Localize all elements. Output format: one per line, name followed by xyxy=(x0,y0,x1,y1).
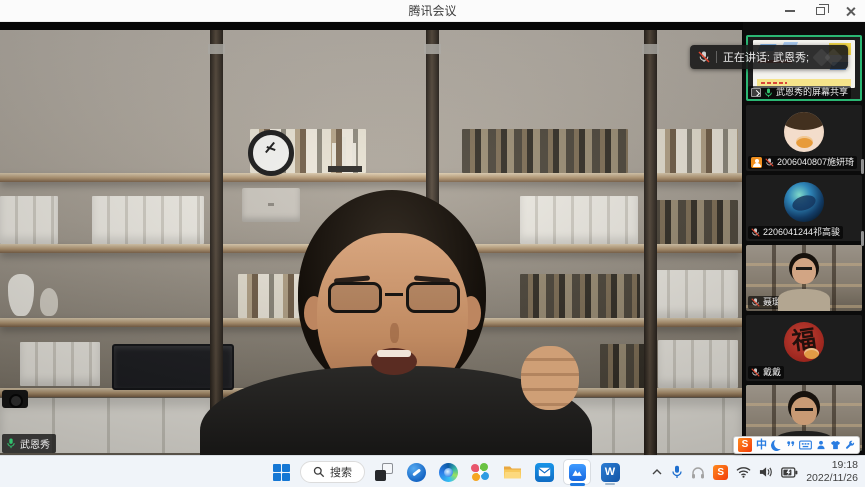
tencent-meeting-window: 腾讯会议 xyxy=(0,0,865,487)
watermark-diamond xyxy=(824,48,842,66)
close-button[interactable] xyxy=(835,0,865,22)
mic-muted-icon xyxy=(751,368,760,377)
participants-sidebar: 武恩秀的屏幕共享 2006040807施妍琦 2206041244祁高骏 xyxy=(743,22,865,455)
search-label: 搜索 xyxy=(330,464,352,480)
tile-label: 武恩秀的屏幕共享 xyxy=(748,86,851,99)
avatar: 福 xyxy=(784,322,824,362)
person-glasses xyxy=(406,282,460,313)
mic-muted-icon xyxy=(751,228,760,237)
tencent-meeting-icon xyxy=(569,464,586,481)
speaking-banner: 正在讲话: 武恩秀; xyxy=(690,45,848,69)
mail-icon xyxy=(535,463,554,482)
tile-participant[interactable]: 2206041244祁高骏 xyxy=(746,175,862,241)
taskbar-center: 搜索 xyxy=(268,456,623,487)
avatar xyxy=(784,112,824,152)
participant-name: 戴戴 xyxy=(763,367,781,378)
edge-browser-button[interactable] xyxy=(435,459,461,485)
speaker-name-label: 武恩秀 xyxy=(20,436,50,451)
titlebar: 腾讯会议 xyxy=(0,0,865,22)
task-view-button[interactable] xyxy=(371,459,397,485)
input-assistant-icon[interactable] xyxy=(816,440,826,450)
audio-on-icon xyxy=(764,88,773,98)
app-blue-circle-button[interactable] xyxy=(403,459,429,485)
minimize-icon xyxy=(785,10,795,12)
mic-on-icon xyxy=(6,438,16,449)
mail-button[interactable] xyxy=(531,459,557,485)
tile-participant[interactable]: 2006040807施妍琦 xyxy=(746,105,862,171)
tile-label: 戴戴 xyxy=(748,366,784,379)
speaking-banner-text: 正在讲话: 武恩秀; xyxy=(723,49,809,65)
mic-muted-icon xyxy=(751,298,760,307)
sidebar-scrollbar[interactable] xyxy=(861,159,864,174)
screen-share-icon xyxy=(751,88,761,97)
participant-name: 2206041244祁高骏 xyxy=(763,227,840,238)
folder-icon xyxy=(503,464,522,480)
tray-microphone-icon[interactable] xyxy=(671,465,683,479)
edge-icon xyxy=(439,463,458,482)
start-button[interactable] xyxy=(268,459,294,485)
word-button[interactable]: W xyxy=(597,459,623,485)
toolbox-wrench-icon[interactable] xyxy=(845,440,855,450)
person-mouth xyxy=(371,348,417,375)
window-title: 腾讯会议 xyxy=(408,2,456,19)
search-icon xyxy=(313,466,325,478)
avatar xyxy=(784,182,824,222)
volume-icon[interactable] xyxy=(759,466,773,478)
sogou-ime-bar[interactable]: S 中 xyxy=(733,436,860,454)
restore-button[interactable] xyxy=(805,0,835,22)
main-video[interactable]: 武恩秀 xyxy=(0,30,742,455)
close-icon xyxy=(845,6,856,17)
blue-circle-app-icon xyxy=(407,463,426,482)
restore-icon xyxy=(816,7,825,15)
skin-tshirt-icon[interactable] xyxy=(830,440,841,450)
tray-chevron-up-icon[interactable] xyxy=(651,467,663,477)
taskbar-search[interactable]: 搜索 xyxy=(300,461,365,483)
ime-mode-chinese[interactable]: 中 xyxy=(756,438,767,452)
tile-participant[interactable]: 福 戴戴 xyxy=(746,315,862,381)
tray-sogou-icon[interactable]: S xyxy=(713,465,728,480)
mic-muted-icon xyxy=(765,158,774,167)
tray-headset-icon[interactable] xyxy=(691,466,705,479)
host-badge-icon xyxy=(751,157,762,168)
sidebar-scrollbar[interactable] xyxy=(861,231,864,246)
person-hand xyxy=(521,346,579,410)
tencent-meeting-taskbar-button[interactable] xyxy=(563,459,591,485)
wifi-icon[interactable] xyxy=(736,466,751,478)
app-pinwheel-button[interactable] xyxy=(467,459,493,485)
soft-keyboard-icon[interactable] xyxy=(799,440,812,450)
word-icon: W xyxy=(601,463,620,482)
window-controls xyxy=(775,0,865,22)
tile-label: 2006040807施妍琦 xyxy=(748,156,857,169)
windows-taskbar: 搜索 xyxy=(0,455,865,487)
running-app-indicator xyxy=(605,483,615,486)
system-tray: S 19:18 2022/11/26 xyxy=(651,456,858,487)
person-glasses-bridge xyxy=(385,293,403,296)
clock-date: 2022/11/26 xyxy=(806,472,858,485)
mic-muted-icon xyxy=(698,51,710,63)
banner-divider xyxy=(716,51,717,63)
pinwheel-app-icon xyxy=(471,463,489,481)
speaker-name-chip: 武恩秀 xyxy=(2,434,56,453)
meeting-body: 武恩秀 正在讲话: 武恩秀; 武恩秀的屏幕共享 xyxy=(0,22,865,455)
minimize-button[interactable] xyxy=(775,0,805,22)
active-app-indicator xyxy=(570,483,585,486)
tile-participant[interactable]: 聂璐 xyxy=(746,245,862,311)
participant-name: 2006040807施妍琦 xyxy=(777,157,854,168)
participant-name: 武恩秀的屏幕共享 xyxy=(776,87,848,98)
fullwidth-moon-icon[interactable] xyxy=(770,438,783,451)
tray-clock[interactable]: 19:18 2022/11/26 xyxy=(806,459,858,485)
tile-label: 2206041244祁高骏 xyxy=(748,226,843,239)
person-nose xyxy=(390,323,399,343)
windows-logo-icon xyxy=(273,464,290,481)
person-glasses xyxy=(328,282,382,313)
clock-time: 19:18 xyxy=(806,459,858,472)
fu-character: 福 xyxy=(784,322,824,361)
file-explorer-button[interactable] xyxy=(499,459,525,485)
punctuation-icon[interactable] xyxy=(786,440,795,450)
sogou-logo[interactable]: S xyxy=(738,438,752,452)
battery-icon[interactable] xyxy=(781,467,798,478)
